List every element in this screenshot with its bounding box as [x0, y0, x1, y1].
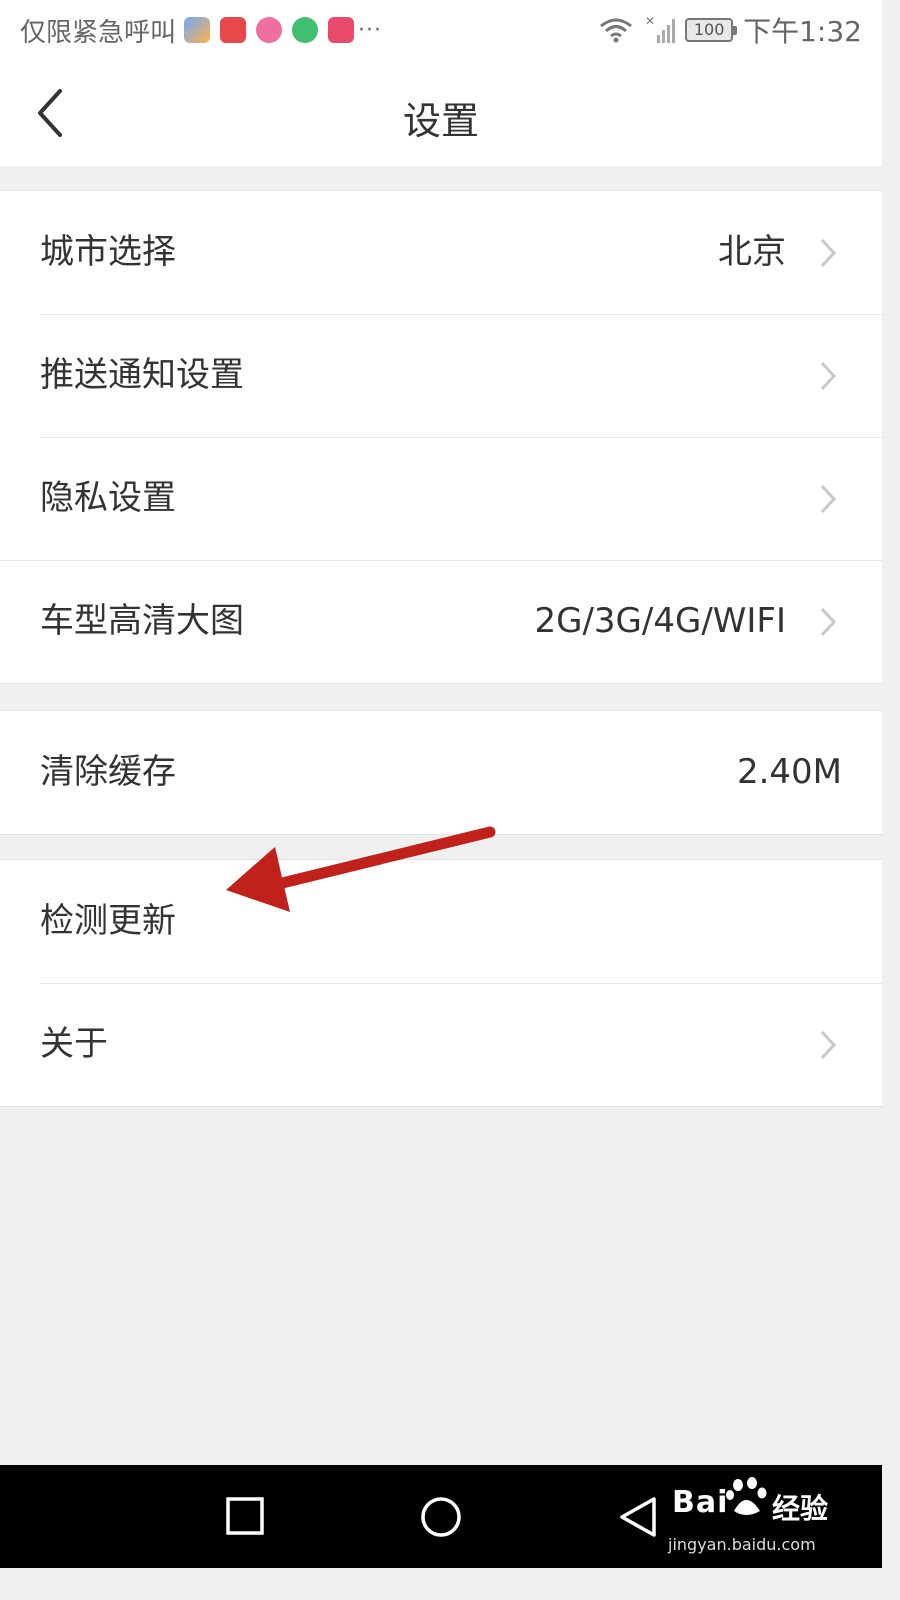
more-notifications-icon: ··· [358, 17, 382, 43]
cache-size-value: 2.40M [736, 752, 842, 792]
chevron-right-icon [820, 484, 837, 514]
app-header: 设置 [0, 60, 882, 166]
baidu-jingyan-watermark: Bai 经验 jingyan.baidu.com [664, 1477, 834, 1557]
chevron-right-icon [820, 361, 837, 391]
clear-cache-label: 清除缓存 [40, 752, 176, 792]
chevron-right-icon [820, 1030, 837, 1060]
chevron-right-icon [820, 607, 837, 637]
privacy-settings-row[interactable]: 隐私设置 [0, 437, 882, 560]
paw-icon [726, 1477, 767, 1515]
hd-image-value: 2G/3G/4G/WIFI [534, 601, 786, 641]
settings-group-about: 检测更新 关于 [0, 859, 882, 1107]
settings-group-cache: 清除缓存 2.40M [0, 710, 882, 835]
check-update-row[interactable]: 检测更新 [0, 860, 882, 983]
watermark-brand: Bai [672, 1485, 729, 1520]
signal-icon: ✕ [645, 15, 676, 43]
status-bar: 仅限紧急呼叫 ··· ✕ 100 下午1:32 [0, 0, 882, 60]
system-nav-bar: Bai 经验 jingyan.baidu.com [0, 1465, 882, 1568]
hd-image-row[interactable]: 车型高清大图 2G/3G/4G/WIFI [0, 560, 882, 683]
clear-cache-row[interactable]: 清除缓存 2.40M [0, 711, 882, 834]
carrier-text: 仅限紧急呼叫 [20, 17, 177, 48]
recent-apps-icon[interactable] [224, 1495, 268, 1539]
back-triangle-icon[interactable] [616, 1495, 660, 1539]
about-label: 关于 [40, 1024, 108, 1064]
city-select-row[interactable]: 城市选择 北京 [0, 191, 882, 314]
home-icon[interactable] [419, 1495, 463, 1539]
watermark-brand-cn: 经验 [772, 1492, 829, 1525]
svg-text:✕: ✕ [645, 15, 655, 28]
check-update-label: 检测更新 [40, 901, 176, 941]
notification-icon-3 [256, 17, 283, 43]
about-row[interactable]: 关于 [0, 983, 882, 1106]
privacy-settings-label: 隐私设置 [40, 478, 176, 518]
city-select-label: 城市选择 [40, 232, 176, 272]
notification-icon-1 [184, 17, 211, 43]
push-notification-label: 推送通知设置 [40, 355, 244, 395]
clock: 下午1:32 [743, 15, 862, 48]
notification-icon-5 [328, 17, 355, 43]
hd-image-label: 车型高清大图 [40, 601, 244, 641]
battery-icon: 100 [685, 18, 738, 42]
settings-group-general: 城市选择 北京 推送通知设置 隐私设置 车型高清大图 2G/3G/4G/WIFI [0, 190, 882, 684]
notification-icon-4 [292, 17, 319, 43]
push-notification-row[interactable]: 推送通知设置 [0, 314, 882, 437]
page-title: 设置 [402, 99, 479, 143]
notification-icon-2 [220, 17, 247, 43]
wifi-icon [600, 18, 633, 43]
city-select-value: 北京 [718, 232, 786, 272]
chevron-right-icon [820, 238, 837, 268]
watermark-url: jingyan.baidu.com [668, 1535, 816, 1554]
